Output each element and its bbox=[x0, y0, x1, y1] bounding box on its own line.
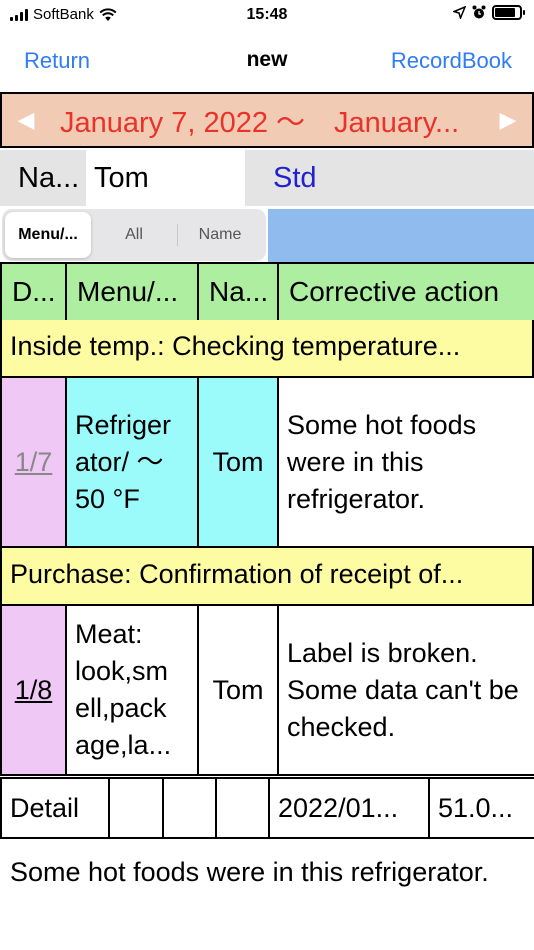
segment-all[interactable]: All bbox=[91, 212, 177, 258]
group-header: Purchase: Confirmation of receipt of... bbox=[0, 548, 534, 604]
battery-icon bbox=[492, 5, 525, 20]
segment-name[interactable]: Name bbox=[177, 212, 263, 258]
location-arrow-icon bbox=[453, 6, 466, 19]
detail-date: 2022/01... bbox=[268, 777, 430, 839]
table-row[interactable]: 1/8 Meat: look,sm ell,pack age,la... Tom… bbox=[0, 604, 534, 776]
alarm-clock-icon bbox=[472, 5, 486, 19]
name-label: Na... bbox=[0, 150, 86, 206]
detail-row: Detail 2022/01... 51.0... bbox=[0, 777, 534, 839]
row-corrective-action: Label is broken. Some data can't be chec… bbox=[277, 604, 534, 776]
row-name: Tom bbox=[197, 376, 279, 548]
segment-menu[interactable]: Menu/... bbox=[5, 212, 91, 258]
detail-label: Detail bbox=[0, 777, 110, 839]
name-value[interactable]: Tom bbox=[86, 150, 245, 206]
sort-segment-row: Menu/... All Name bbox=[0, 206, 534, 262]
column-header-name[interactable]: Na... bbox=[197, 262, 279, 322]
navigation-bar: Return new RecordBook bbox=[0, 38, 534, 84]
row-menu: Meat: look,sm ell,pack age,la... bbox=[65, 604, 199, 776]
sort-segmented-control: Menu/... All Name bbox=[2, 209, 266, 261]
status-bar: SoftBank 15:48 bbox=[0, 0, 534, 32]
row-name: Tom bbox=[197, 604, 279, 776]
date-range-bar: ◀ January 7, 2022 ～ January... ▶ bbox=[0, 92, 534, 148]
previous-period-icon[interactable]: ◀ bbox=[2, 107, 50, 133]
std-button[interactable]: Std bbox=[245, 150, 534, 206]
date-range-text[interactable]: January 7, 2022 ～ January... bbox=[50, 99, 484, 141]
name-filter-row: Na... Tom Std bbox=[0, 150, 534, 206]
row-menu: Refriger ator/ ～ 50 °F bbox=[65, 376, 199, 548]
row-date-link[interactable]: 1/8 bbox=[0, 604, 67, 776]
table-row[interactable]: 1/7 Refriger ator/ ～ 50 °F Tom Some hot … bbox=[0, 376, 534, 548]
comment-text: Some hot foods were in this refrigerator… bbox=[10, 857, 489, 887]
detail-empty-cell bbox=[162, 777, 217, 839]
next-period-icon[interactable]: ▶ bbox=[484, 107, 532, 133]
record-book-button[interactable]: RecordBook bbox=[391, 48, 512, 74]
column-header-corrective-action[interactable]: Corrective action bbox=[277, 262, 534, 322]
table-header: D... Menu/... Na... Corrective action bbox=[0, 262, 534, 322]
detail-value: 51.0... bbox=[428, 777, 534, 839]
group-header: Inside temp.: Checking temperature... bbox=[0, 320, 534, 376]
row-corrective-action: Some hot foods were in this refrigerator… bbox=[277, 376, 534, 548]
row-date-link[interactable]: 1/7 bbox=[0, 376, 67, 548]
column-header-menu[interactable]: Menu/... bbox=[65, 262, 199, 322]
detail-empty-cell bbox=[215, 777, 270, 839]
detail-empty-cell bbox=[108, 777, 164, 839]
blue-panel bbox=[268, 209, 534, 262]
column-header-date[interactable]: D... bbox=[0, 262, 67, 322]
